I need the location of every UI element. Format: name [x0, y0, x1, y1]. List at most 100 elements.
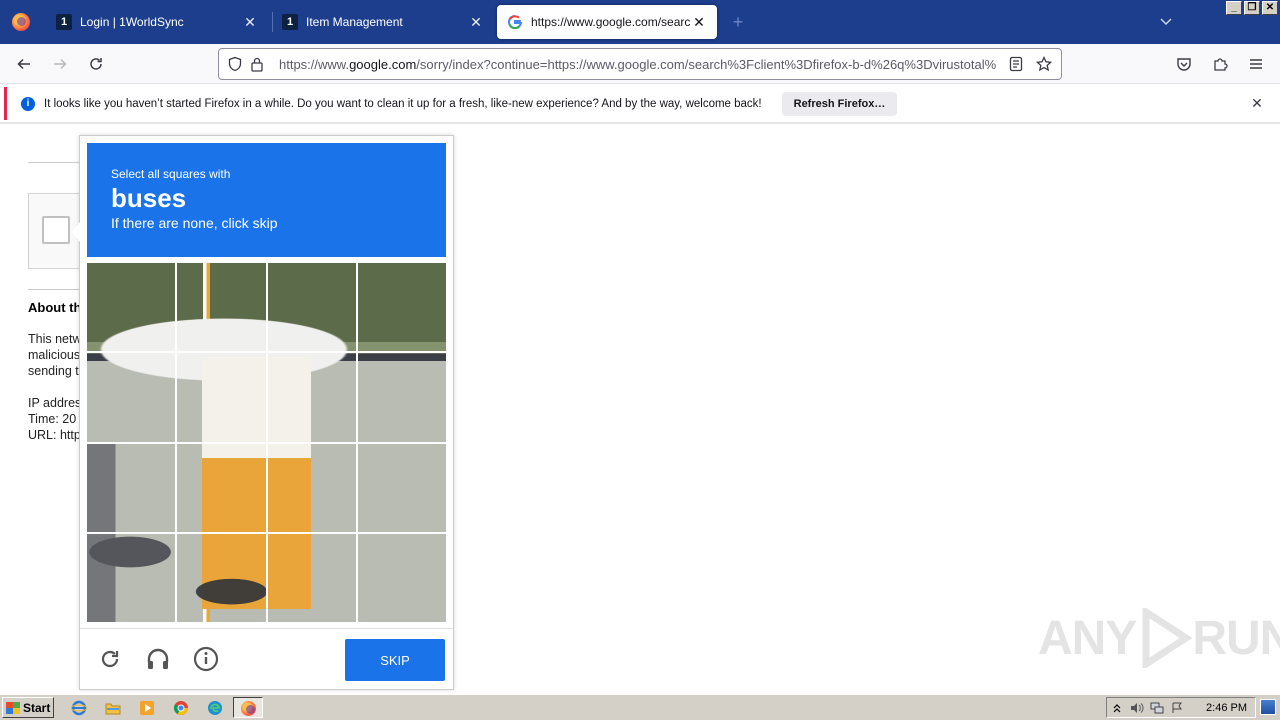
reload-icon[interactable]	[84, 52, 108, 76]
tile-image	[87, 443, 176, 532]
reader-view-icon[interactable]	[1005, 53, 1027, 75]
media-player-icon[interactable]	[138, 699, 156, 717]
info-icon: i	[21, 96, 35, 111]
back-icon[interactable]	[12, 52, 36, 76]
show-desktop-button[interactable]	[1260, 699, 1276, 715]
list-all-tabs-icon[interactable]	[1157, 14, 1175, 30]
google-icon	[507, 14, 523, 30]
image-tile[interactable]	[87, 353, 176, 442]
file-explorer-icon[interactable]	[104, 699, 122, 717]
image-tile[interactable]	[87, 443, 176, 532]
audio-challenge-icon[interactable]	[144, 645, 172, 673]
hamburger-menu-icon[interactable]	[1244, 52, 1268, 76]
1worldsync-icon: 1	[56, 14, 72, 30]
tab-google-search[interactable]: https://www.google.com/search?c ✕	[497, 5, 717, 39]
windows-taskbar: Start 2:46 PM	[0, 694, 1280, 720]
image-tile[interactable]	[267, 263, 356, 352]
recaptcha-challenge-dialog: Select all squares with buses If there a…	[79, 135, 454, 690]
close-icon[interactable]: ✕	[1250, 95, 1264, 111]
image-tile[interactable]	[267, 353, 356, 442]
tile-image	[267, 263, 356, 352]
challenge-footer: SKIP	[80, 628, 453, 689]
close-tab-icon[interactable]: ✕	[691, 14, 707, 30]
request-details: IP addres Time: 20 URL: http	[28, 396, 80, 442]
internet-explorer-icon[interactable]	[70, 699, 88, 717]
tracking-protection-shield-icon[interactable]	[225, 54, 245, 74]
chrome-icon[interactable]	[172, 699, 190, 717]
navigation-toolbar: https://www.google.com/sorry/index?conti…	[0, 44, 1280, 84]
reload-icon[interactable]	[96, 645, 124, 673]
about-paragraph: This netw malicious sending t	[28, 332, 80, 378]
image-tile[interactable]	[177, 353, 266, 442]
tray-expand-icon[interactable]	[1107, 700, 1127, 716]
new-tab-icon[interactable]: +	[728, 12, 748, 32]
image-tile[interactable]	[177, 443, 266, 532]
skip-button[interactable]: SKIP	[345, 639, 445, 681]
recaptcha-checkbox[interactable]	[42, 216, 70, 244]
close-window-icon[interactable]: ✕	[1262, 1, 1278, 15]
image-tile[interactable]	[357, 443, 446, 532]
firefox-icon[interactable]	[239, 699, 257, 717]
tile-image	[177, 263, 266, 352]
challenge-hint: If there are none, click skip	[111, 215, 278, 231]
volume-icon[interactable]	[1127, 700, 1147, 716]
1worldsync-icon: 1	[282, 14, 298, 30]
tile-image	[87, 533, 176, 622]
image-tile[interactable]	[87, 533, 176, 622]
image-tile[interactable]	[357, 263, 446, 352]
extensions-puzzle-icon[interactable]	[1208, 52, 1232, 76]
pocket-icon[interactable]	[1172, 52, 1196, 76]
tile-image	[357, 353, 446, 442]
tile-image	[357, 263, 446, 352]
network-icon[interactable]	[1147, 700, 1167, 716]
tile-image	[267, 443, 356, 532]
url-text[interactable]: https://www.google.com/sorry/index?conti…	[279, 57, 1005, 72]
tile-image	[267, 353, 356, 442]
start-button[interactable]: Start	[2, 697, 54, 718]
play-logo-icon	[1142, 608, 1193, 668]
tab-title: Login | 1WorldSync	[80, 15, 184, 29]
forward-icon[interactable]	[48, 52, 72, 76]
restore-icon[interactable]: ❐	[1244, 1, 1260, 15]
image-tile[interactable]	[177, 533, 266, 622]
tab-login-1worldsync[interactable]: 1 Login | 1WorldSync ✕	[46, 5, 268, 39]
tab-title: https://www.google.com/search?c	[531, 15, 691, 29]
tile-image	[177, 443, 266, 532]
notification-divider	[0, 122, 1280, 124]
notification-message: It looks like you haven’t started Firefo…	[44, 97, 762, 110]
tab-title: Item Management	[306, 15, 403, 29]
tile-image	[177, 533, 266, 622]
about-heading: About th	[28, 300, 80, 315]
system-tray: 2:46 PM	[1106, 697, 1256, 718]
close-tab-icon[interactable]: ✕	[242, 14, 258, 30]
tile-image	[267, 533, 356, 622]
anyrun-watermark: ANY RUN	[1038, 608, 1280, 668]
image-tile[interactable]	[267, 533, 356, 622]
taskbar-clock[interactable]: 2:46 PM	[1206, 702, 1247, 714]
tab-strip: 1 Login | 1WorldSync ✕ 1 Item Management…	[0, 0, 1280, 44]
action-center-flag-icon[interactable]	[1167, 700, 1187, 716]
tab-item-management[interactable]: 1 Item Management ✕	[272, 5, 494, 39]
image-tile[interactable]	[267, 443, 356, 532]
challenge-header: Select all squares with buses If there a…	[87, 143, 446, 257]
image-tile[interactable]	[87, 263, 176, 352]
url-bar[interactable]: https://www.google.com/sorry/index?conti…	[218, 48, 1062, 80]
bookmark-star-icon[interactable]	[1033, 53, 1055, 75]
image-tile[interactable]	[177, 263, 266, 352]
info-icon[interactable]	[192, 645, 220, 673]
challenge-target: buses	[111, 183, 187, 213]
firefox-view-button[interactable]	[0, 0, 42, 44]
refresh-firefox-notification: i It looks like you haven’t started Fire…	[4, 87, 1276, 120]
minimize-icon[interactable]: _	[1226, 1, 1242, 15]
tile-image	[87, 353, 176, 442]
refresh-firefox-button[interactable]: Refresh Firefox…	[781, 91, 898, 116]
edge-icon[interactable]	[206, 699, 224, 717]
captcha-pointer	[72, 222, 80, 242]
image-tile[interactable]	[357, 533, 446, 622]
tile-image	[357, 533, 446, 622]
lock-icon[interactable]	[247, 54, 267, 74]
close-tab-icon[interactable]: ✕	[468, 14, 484, 30]
tile-image	[177, 353, 266, 442]
image-tile[interactable]	[357, 353, 446, 442]
image-tile-grid	[87, 263, 446, 622]
